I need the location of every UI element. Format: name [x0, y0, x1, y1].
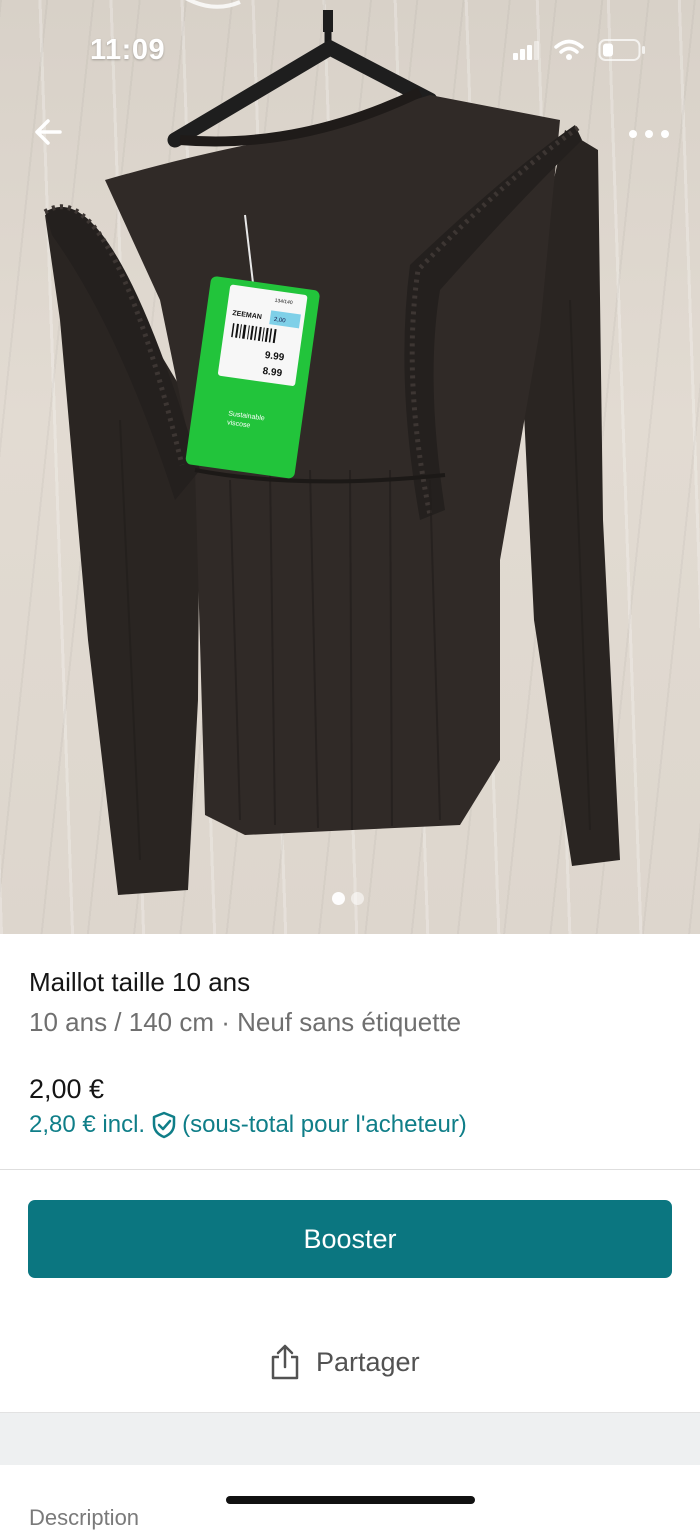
wifi-icon	[554, 39, 584, 60]
status-bar: 11:09	[0, 0, 700, 104]
share-button[interactable]: Partager	[268, 1336, 420, 1388]
carousel-dot[interactable]	[351, 892, 364, 905]
more-options-icon[interactable]	[626, 114, 672, 154]
cellular-signal-icon	[513, 41, 539, 60]
home-indicator[interactable]	[226, 1496, 475, 1504]
booster-button[interactable]: Booster	[28, 1200, 672, 1278]
carousel-dot-active[interactable]	[332, 892, 345, 905]
carousel-pagination[interactable]	[332, 892, 364, 905]
status-icons	[512, 38, 646, 62]
back-arrow-icon[interactable]	[30, 112, 70, 152]
item-photo-carousel[interactable]: ZEEMAN 134/140 2,00 9.99 8.99 Sustainabl…	[0, 0, 700, 934]
buyer-protection-shield-icon[interactable]	[151, 1111, 177, 1139]
battery-icon	[598, 39, 645, 61]
section-separator	[0, 1412, 700, 1465]
buyer-price-note: (sous-total pour l'acheteur)	[182, 1111, 467, 1138]
buyer-price: 2,80 € incl.	[29, 1111, 146, 1138]
item-photo: ZEEMAN 134/140 2,00 9.99 8.99 Sustainabl…	[43, 0, 620, 895]
divider	[0, 1169, 700, 1170]
item-title: Maillot taille 10 ans	[29, 967, 251, 997]
buyer-price-link[interactable]: 2,80 € incl. (sous-total pour l'acheteur…	[29, 1111, 467, 1139]
share-icon	[271, 1344, 299, 1380]
description-heading: Description	[29, 1505, 140, 1530]
item-price: 2,00 €	[29, 1074, 105, 1104]
item-subtitle: 10 ans / 140 cm · Neuf sans étiquette	[29, 1007, 462, 1037]
share-label: Partager	[316, 1346, 420, 1377]
status-time: 11:09	[90, 34, 166, 66]
